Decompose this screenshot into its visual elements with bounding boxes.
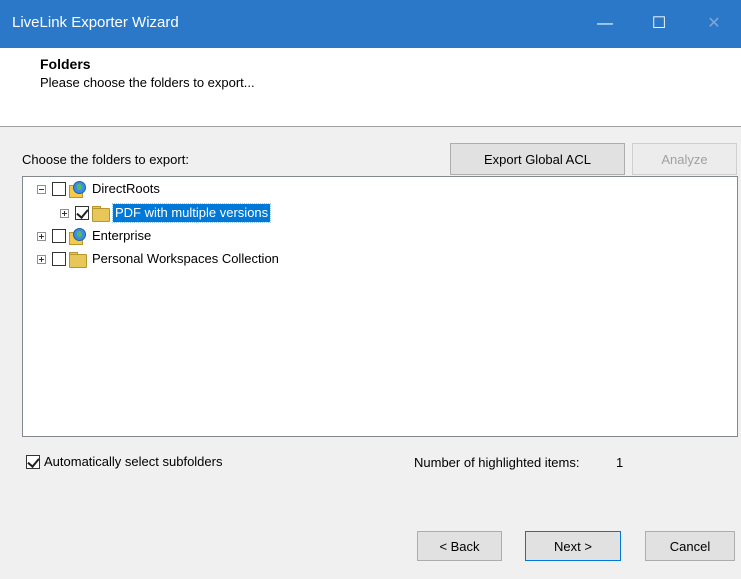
folder-icon [68, 251, 87, 268]
tree-node-label: PDF with multiple versions [111, 203, 272, 223]
collapse-icon[interactable] [37, 184, 46, 194]
globe-folder-icon [68, 228, 86, 245]
minimize-button[interactable]: — [578, 0, 632, 48]
tree-node-label: Enterprise [92, 228, 152, 243]
wizard-header: Folders Please choose the folders to exp… [0, 48, 741, 127]
auto-select-subfolders[interactable]: Automatically select subfolders [26, 454, 222, 469]
tree-node-directroots[interactable]: DirectRoots [37, 179, 162, 199]
close-button[interactable]: ✕ [687, 0, 741, 48]
window-title: LiveLink Exporter Wizard [12, 14, 179, 31]
tree-node-pdf-versions[interactable]: PDF with multiple versions [60, 203, 272, 223]
tree-node-checkbox[interactable] [52, 252, 66, 266]
auto-select-label: Automatically select subfolders [44, 454, 223, 469]
globe-folder-icon [68, 181, 86, 198]
cancel-button[interactable]: Cancel [645, 531, 735, 561]
expand-icon[interactable] [60, 208, 69, 218]
folder-icon [91, 205, 110, 222]
title-bar: LiveLink Exporter Wizard — ☐ ✕ [0, 0, 741, 48]
auto-select-checkbox[interactable] [26, 454, 40, 469]
highlighted-items-count: 1 [616, 455, 624, 470]
tree-node-checkbox[interactable] [52, 229, 66, 243]
maximize-button[interactable]: ☐ [632, 0, 686, 48]
page-subtitle: Please choose the folders to export... [40, 75, 255, 90]
page-title: Folders [40, 56, 91, 72]
tree-node-personal-workspaces[interactable]: Personal Workspaces Collection [37, 249, 281, 269]
tree-node-checkbox[interactable] [75, 206, 89, 220]
tree-node-enterprise[interactable]: Enterprise [37, 226, 153, 246]
choose-folders-label: Choose the folders to export: [22, 152, 189, 167]
tree-node-checkbox[interactable] [52, 182, 66, 196]
analyze-button[interactable]: Analyze [632, 143, 737, 175]
tree-node-label: Personal Workspaces Collection [92, 251, 279, 266]
next-button[interactable]: Next > [525, 531, 621, 561]
highlighted-items-label: Number of highlighted items: [414, 455, 580, 470]
tree-node-label: DirectRoots [92, 181, 160, 196]
export-global-acl-button[interactable]: Export Global ACL [450, 143, 625, 175]
expand-icon[interactable] [37, 231, 46, 241]
folder-tree[interactable]: DirectRoots PDF with multiple versions E… [22, 176, 738, 437]
back-button[interactable]: < Back [417, 531, 502, 561]
expand-icon[interactable] [37, 254, 46, 264]
